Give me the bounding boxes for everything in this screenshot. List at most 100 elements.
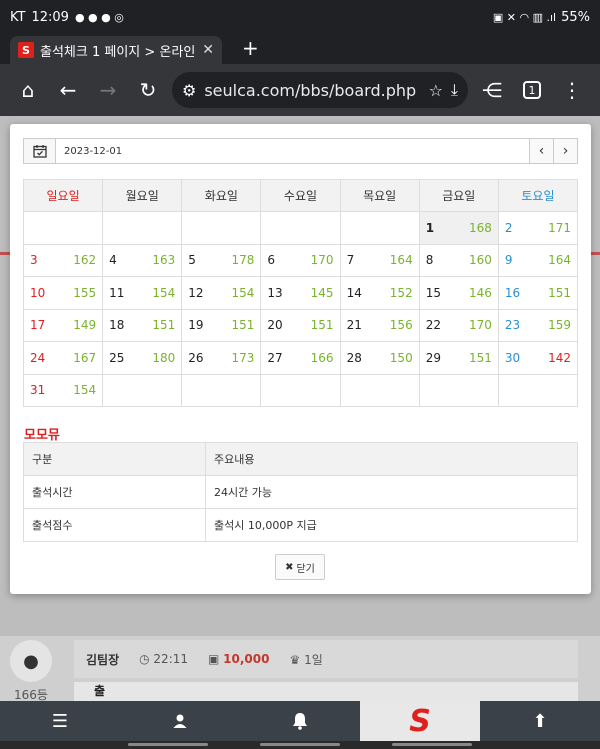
calendar-day-cell[interactable]: 26 173: [181, 341, 262, 375]
back-icon[interactable]: ←: [48, 70, 88, 110]
calendar-day-cell[interactable]: 28 150: [339, 341, 420, 375]
attendance-count: 166: [310, 350, 334, 365]
day-number: 14: [346, 285, 362, 300]
calendar-day-cell[interactable]: 14 152: [339, 276, 420, 310]
close-tab-icon[interactable]: ✕: [202, 42, 214, 58]
attendance-count: 160: [468, 253, 492, 268]
attendance-count: 142: [548, 350, 571, 365]
calendar-day-cell[interactable]: 30 142: [497, 341, 579, 375]
attendance-count: 146: [468, 285, 492, 300]
gesture-home-pill[interactable]: [260, 743, 340, 746]
bookmark-star-icon[interactable]: ☆: [429, 81, 443, 100]
calendar-day-cell[interactable]: 22 170: [418, 308, 499, 342]
calendar-day-cell[interactable]: 24 167: [22, 341, 104, 375]
day-content: 23 159: [505, 318, 571, 332]
tab-switcher-button[interactable]: 1: [512, 70, 552, 110]
gift-icon: ▣: [208, 652, 224, 666]
day-content: 3 162: [30, 253, 96, 267]
calendar-day-cell[interactable]: 31 154: [22, 373, 104, 407]
calendar-day-cell[interactable]: 21 156: [339, 308, 420, 342]
calendar-day-cell[interactable]: 18 151: [102, 308, 183, 342]
calendar-day-cell[interactable]: 3 162: [22, 243, 104, 277]
table-row: 출석점수 출석시 10,000P 지급: [23, 508, 578, 542]
day-number: 11: [109, 285, 125, 300]
browser-tab[interactable]: S 출석체크 1 페이지 > 온라인슬 ✕: [10, 36, 222, 64]
calendar-day-cell[interactable]: 9 164: [497, 243, 579, 277]
close-button[interactable]: ✖ 닫기: [275, 554, 325, 580]
attendance-count: 170: [310, 253, 334, 268]
calendar-day-cell[interactable]: 2 171: [497, 211, 579, 245]
day-content: 5 178: [188, 253, 254, 267]
gesture-back-pill[interactable]: [392, 743, 472, 746]
attendance-modal: 2023-12-01 ‹ › 일요일 월요일 화요일 수요일 목요일 금요일 토요일 1 16…: [10, 124, 591, 594]
profile-icon[interactable]: [120, 701, 240, 741]
calendar-day-cell[interactable]: 13 145: [260, 276, 341, 310]
calendar-day-cell[interactable]: 23 159: [497, 308, 579, 342]
user-avatar-icon: ●: [10, 640, 52, 682]
calendar-day-cell[interactable]: 25 180: [102, 341, 183, 375]
calendar-week-row: 17 149 18 151 19 151 20 151 21 156 22 170 23 159: [22, 308, 579, 342]
forward-icon[interactable]: →: [88, 70, 128, 110]
table-row: 출석시간 24시간 가능: [23, 475, 578, 509]
calendar-week-row: 3 162 4 163 5 178 6 170 7 164 8 160 9 164: [22, 243, 579, 277]
calendar-empty-cell: [418, 373, 499, 407]
gesture-recent-pill[interactable]: [128, 743, 208, 746]
home-icon[interactable]: ⌂: [8, 70, 48, 110]
calendar-day-cell[interactable]: 7 164: [339, 243, 420, 277]
calendar-icon[interactable]: [24, 139, 56, 163]
weekday-header: 금요일: [418, 179, 499, 212]
weekday-header: 화요일: [181, 179, 262, 212]
calendar-day-cell[interactable]: 5 178: [181, 243, 262, 277]
day-content: 7 164: [347, 253, 413, 267]
new-tab-icon[interactable]: +: [242, 36, 259, 60]
menu-hamburger-icon[interactable]: ☰: [0, 701, 120, 741]
selected-date[interactable]: 2023-12-01: [56, 139, 529, 163]
calendar-empty-cell: [102, 373, 183, 407]
site-logo-button[interactable]: S: [360, 701, 480, 741]
weekday-header: 수요일: [260, 179, 341, 212]
calendar-day-cell[interactable]: 4 163: [102, 243, 183, 277]
site-settings-icon[interactable]: ⚙: [182, 81, 196, 100]
day-content: 8 160: [426, 253, 492, 267]
attendance-count: 180: [152, 350, 176, 365]
browser-toolbar: ⌂ ← → ↻ ⚙ seulca.com/bbs/board.php ☆ ⤓ ⋲…: [0, 64, 600, 116]
attendance-count: 164: [548, 253, 571, 268]
address-bar[interactable]: ⚙ seulca.com/bbs/board.php ☆ ⤓: [172, 72, 468, 108]
day-content: 6 170: [267, 253, 333, 267]
reload-icon[interactable]: ↻: [128, 70, 168, 110]
scroll-top-icon[interactable]: ⬆: [480, 701, 600, 741]
day-number: 28: [346, 350, 362, 365]
calendar-empty-cell: [260, 373, 341, 407]
weekday-header: 월요일: [102, 179, 183, 212]
day-content: 2 171: [505, 221, 571, 235]
post-points-group: ▣ 10,000: [208, 652, 269, 666]
calendar-day-cell[interactable]: 11 154: [102, 276, 183, 310]
calendar-day-cell[interactable]: 15 146: [418, 276, 499, 310]
day-number: 2: [504, 220, 513, 235]
calendar-day-cell[interactable]: 12 154: [181, 276, 262, 310]
weekday-header: 일요일: [22, 179, 104, 212]
calendar-day-cell[interactable]: 16 151: [497, 276, 579, 310]
download-icon[interactable]: ⤓: [451, 80, 458, 100]
attendance-count: 168: [468, 220, 492, 235]
calendar-day-cell[interactable]: 6 170: [260, 243, 341, 277]
menu-icon[interactable]: ⋮: [552, 70, 592, 110]
calendar-week-row: 31 154: [22, 373, 579, 407]
day-content: 20 151: [267, 318, 333, 332]
attendance-count: 171: [548, 220, 571, 235]
calendar-day-cell[interactable]: 20 151: [260, 308, 341, 342]
share-icon[interactable]: ⋲: [472, 70, 512, 110]
calendar-day-cell[interactable]: 19 151: [181, 308, 262, 342]
calendar-day-cell[interactable]: 10 155: [22, 276, 104, 310]
calendar-day-cell[interactable]: 1 168: [418, 211, 499, 245]
day-number: 7: [346, 253, 355, 268]
calendar-day-cell[interactable]: 8 160: [418, 243, 499, 277]
calendar-day-cell[interactable]: 29 151: [418, 341, 499, 375]
calendar-empty-cell: [260, 211, 341, 245]
prev-month-icon[interactable]: ‹: [529, 139, 553, 163]
bell-icon[interactable]: [240, 701, 360, 741]
next-month-icon[interactable]: ›: [553, 139, 577, 163]
day-number: 4: [109, 253, 117, 268]
calendar-day-cell[interactable]: 17 149: [22, 308, 104, 342]
calendar-day-cell[interactable]: 27 166: [260, 341, 341, 375]
